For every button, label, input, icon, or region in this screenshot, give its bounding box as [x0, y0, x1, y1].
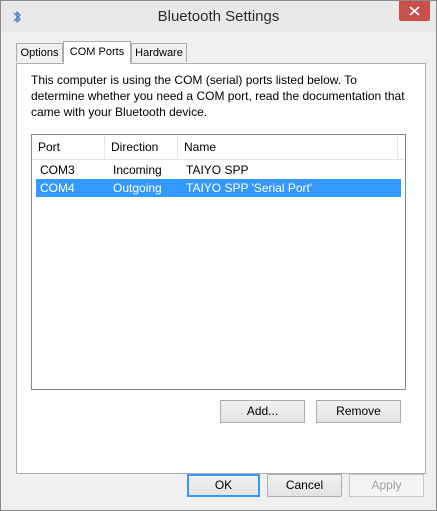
column-header-name[interactable]: Name: [178, 135, 398, 159]
window-title: Bluetooth Settings: [157, 8, 280, 25]
ports-list-header: Port Direction Name: [32, 135, 405, 160]
port-row-com3[interactable]: COM3 Incoming TAIYO SPP: [36, 161, 401, 179]
description-text: This computer is using the COM (serial) …: [31, 73, 405, 119]
title-bar[interactable]: Bluetooth Settings: [1, 1, 436, 32]
cell-name: TAIYO SPP 'Serial Port': [186, 181, 313, 195]
add-button[interactable]: Add...: [220, 400, 305, 423]
cell-name: TAIYO SPP: [186, 163, 249, 177]
tab-com-ports[interactable]: COM Ports: [63, 41, 131, 64]
tab-hardware[interactable]: Hardware: [131, 43, 187, 62]
remove-button[interactable]: Remove: [316, 400, 401, 423]
dialog-body: Options COM Ports Hardware This computer…: [9, 32, 428, 474]
cell-direction: Outgoing: [113, 181, 162, 195]
cell-port: COM4: [40, 181, 75, 195]
ok-button[interactable]: OK: [187, 474, 260, 497]
com-ports-panel: This computer is using the COM (serial) …: [16, 63, 426, 474]
port-row-com4[interactable]: COM4 Outgoing TAIYO SPP 'Serial Port': [36, 179, 401, 197]
close-icon: [409, 6, 420, 16]
apply-button[interactable]: Apply: [349, 474, 424, 497]
cell-port: COM3: [40, 163, 75, 177]
ports-list[interactable]: Port Direction Name COM3 Incoming TAIYO …: [31, 134, 406, 390]
column-header-direction[interactable]: Direction: [105, 135, 178, 159]
close-button[interactable]: [399, 1, 430, 21]
column-header-port[interactable]: Port: [32, 135, 105, 159]
tab-options[interactable]: Options: [16, 43, 63, 62]
cell-direction: Incoming: [113, 163, 162, 177]
bluetooth-settings-window: Bluetooth Settings Options COM Ports Har…: [0, 0, 437, 511]
cancel-button[interactable]: Cancel: [267, 474, 342, 497]
